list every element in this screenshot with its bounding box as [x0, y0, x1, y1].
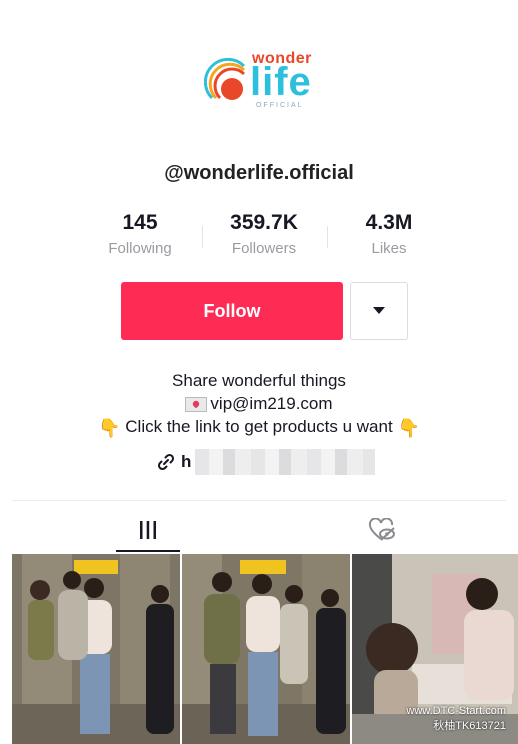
more-options-button[interactable] [350, 282, 408, 340]
bio-cta-text: Click the link to get products u want [125, 417, 393, 436]
grid-icon [140, 521, 156, 539]
pointing-down-icon: 👇 [397, 417, 420, 438]
blurred-link-area [195, 449, 376, 475]
tab-liked[interactable] [350, 508, 414, 552]
stat-likes-value: 4.3M [365, 211, 413, 234]
watermark-line-1: www.DTC-Start.com [406, 705, 506, 717]
stat-following[interactable]: 145 Following [95, 210, 185, 260]
logo-word-sub: OFFICIAL [256, 102, 304, 109]
profile-handle: @wonderlife.official [164, 162, 354, 184]
stat-separator [202, 226, 203, 248]
sun-logo-icon [204, 58, 246, 100]
envelope-icon [185, 397, 208, 413]
link-icon [157, 453, 175, 471]
bio-line-1: Share wonderful things [172, 371, 346, 390]
video-thumbnail-image [182, 554, 350, 744]
stat-likes[interactable]: 4.3M Likes [344, 210, 434, 260]
stat-followers-label: Followers [231, 240, 297, 257]
video-thumbnail-image [12, 554, 180, 744]
tab-indicator [116, 550, 180, 552]
divider [12, 500, 506, 501]
stat-followers[interactable]: 359.7K Followers [219, 210, 309, 260]
brand-logo: wonder life OFFICIAL [200, 48, 324, 114]
bio-email: vip@im219.com [210, 394, 333, 413]
logo-word-main: life [250, 60, 312, 104]
watermark: www.DTC-Start.com 秋柚TK613721 [406, 704, 506, 734]
video-thumbnail[interactable] [182, 554, 350, 744]
bio-line-3: 👇 Click the link to get products u want … [0, 416, 518, 439]
watermark-line-2: 秋柚TK613721 [433, 720, 506, 732]
stat-followers-value: 359.7K [230, 211, 298, 234]
video-thumbnail[interactable] [12, 554, 180, 744]
bio-link-text: h [181, 452, 192, 471]
stat-separator [327, 226, 328, 248]
stat-following-value: 145 [122, 211, 158, 234]
video-thumbnail[interactable]: www.DTC-Start.com 秋柚TK613721 [352, 554, 518, 744]
stat-following-label: Following [108, 240, 172, 257]
tab-videos[interactable] [116, 508, 180, 552]
bio-link[interactable]: h [157, 448, 376, 476]
follow-button[interactable]: Follow [121, 282, 343, 340]
caret-down-icon [373, 307, 385, 314]
stat-likes-label: Likes [371, 240, 407, 257]
heart-eye-icon [368, 518, 395, 541]
bio-line-2: vip@im219.com [0, 393, 518, 415]
pointing-down-icon: 👇 [98, 417, 121, 438]
